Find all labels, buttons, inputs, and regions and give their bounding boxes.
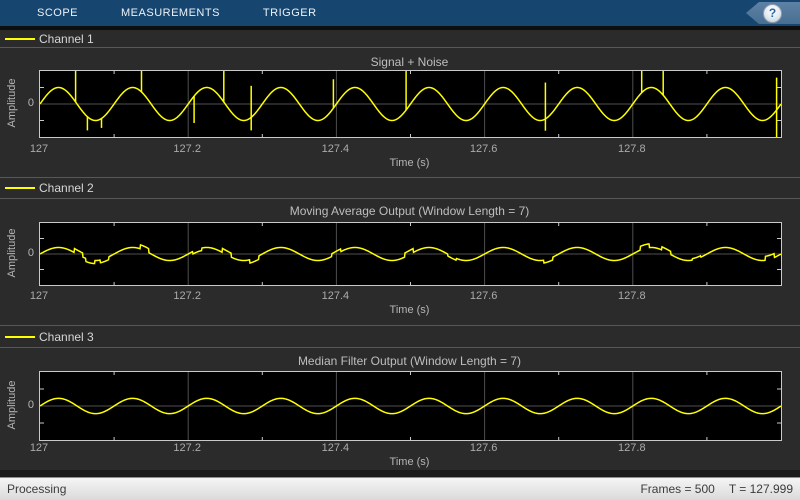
legend-row-channel-1[interactable]: Channel 1 [0, 30, 800, 48]
plot-3-xtick: 127.8 [618, 442, 646, 454]
plot-1-ytick-0: 0 [27, 97, 34, 109]
statusbar-divider [0, 470, 800, 477]
status-message: Processing [7, 482, 67, 496]
plot-3-xlabel: Time (s) [389, 456, 430, 468]
plot-2-xtick: 127.8 [618, 290, 646, 302]
plot-3-xtick: 127 [29, 442, 49, 454]
toolstrip-tabs: SCOPE MEASUREMENTS TRIGGER [37, 0, 317, 26]
plot-2-xlabel: Time (s) [389, 304, 430, 316]
help-banner: ? [746, 2, 800, 24]
plot-3-xtick: 127.6 [469, 442, 498, 454]
plot-1-title: Signal + Noise [370, 55, 449, 69]
tab-scope[interactable]: SCOPE [37, 0, 78, 26]
plot-1-xtick: 127.4 [321, 143, 350, 155]
channel-2-legend-label: Channel 2 [39, 181, 94, 195]
status-bar: Processing Frames = 500 T = 127.999 [0, 477, 800, 500]
help-button[interactable]: ? [763, 3, 782, 23]
plot-2-xtick: 127.6 [469, 290, 498, 302]
plot-2-ytick-0: 0 [27, 247, 34, 259]
channel-2-line-swatch [5, 187, 35, 189]
status-frames: Frames = 500 [640, 482, 715, 496]
scope-window: SCOPE MEASUREMENTS TRIGGER ? Channel 1 S… [0, 0, 800, 500]
plot-2-canvas[interactable] [39, 222, 782, 286]
tab-trigger[interactable]: TRIGGER [263, 0, 317, 26]
plot-1-xtick: 127.6 [469, 143, 498, 155]
legend-row-channel-3[interactable]: Channel 3 [0, 325, 800, 348]
plot-2-title: Moving Average Output (Window Length = 7… [289, 204, 530, 218]
toolstrip: SCOPE MEASUREMENTS TRIGGER ? [0, 0, 800, 26]
plot-2-xtick: 127.2 [173, 290, 201, 302]
status-time: T = 127.999 [728, 482, 793, 496]
channel-1-line-swatch [5, 37, 35, 40]
plot-3-canvas[interactable] [39, 371, 782, 441]
channel-3-legend-label: Channel 3 [39, 329, 94, 344]
plot-3-xtick: 127.2 [173, 442, 201, 454]
plot-1-xtick: 127 [29, 143, 49, 155]
plot-3-xtick: 127.4 [321, 442, 350, 454]
plot-1-xtick: 127.2 [173, 143, 201, 155]
plot-1-xtick: 127.8 [618, 143, 646, 155]
plot-2-xtick: 127.4 [321, 290, 350, 302]
tab-measurements[interactable]: MEASUREMENTS [121, 0, 220, 26]
channel-3-line-swatch [5, 335, 35, 338]
plot-1-canvas[interactable] [39, 70, 782, 138]
legend-row-channel-2[interactable]: Channel 2 [0, 177, 800, 199]
plot-3-title: Median Filter Output (Window Length = 7) [297, 354, 522, 368]
plot-3-ytick-0: 0 [27, 399, 34, 411]
plot-1-xlabel: Time (s) [389, 157, 430, 169]
channel-1-legend-label: Channel 1 [39, 31, 94, 46]
plot-2-xtick: 127 [29, 290, 49, 302]
